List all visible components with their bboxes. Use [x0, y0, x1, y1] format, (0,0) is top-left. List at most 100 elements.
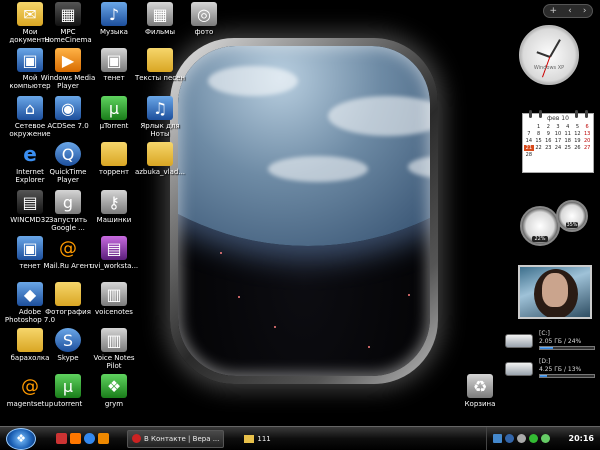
- drive-d-name: [D:]: [539, 358, 551, 365]
- quick-launch-wmp-icon[interactable]: [70, 433, 81, 444]
- calendar-day[interactable]: 8: [534, 131, 544, 137]
- calendar-day[interactable]: 20: [582, 138, 592, 144]
- calendar-day[interactable]: 9: [543, 131, 553, 137]
- cars-icon: ⚷: [101, 190, 127, 214]
- system-tray: 20:16: [485, 426, 600, 450]
- hard-drive-icon: [505, 334, 533, 348]
- wmp-icon: ▶: [55, 48, 81, 72]
- drive-d-info: 4.25 ГБ / 13%: [539, 366, 582, 373]
- tray-arrow-icon[interactable]: [504, 434, 514, 443]
- desktop-icon-azbuka[interactable]: azbuka_vlad...: [132, 142, 188, 176]
- drive-c[interactable]: [C:] 2.05 ГБ / 24%: [505, 330, 595, 354]
- calendar-day[interactable]: 24: [553, 145, 563, 151]
- calendar-day[interactable]: 14: [524, 138, 534, 144]
- quick-launch-opera-icon[interactable]: [56, 433, 67, 444]
- calendar-day[interactable]: 10: [553, 131, 563, 137]
- taskbar-item-vkontakte[interactable]: В Контакте | Вера ...: [127, 429, 225, 448]
- desktop-icon-voicenotes-pilot[interactable]: ▥ Voice Notes Pilot: [86, 328, 142, 370]
- calendar-day[interactable]: 22: [534, 145, 544, 151]
- music-folder-icon: ♪: [101, 2, 127, 26]
- desktop-icon-grym[interactable]: ❖ grym: [86, 374, 142, 408]
- desktop-icon-notes-shortcut[interactable]: ♫ Ярлык для Ноты: [132, 96, 188, 138]
- memory-value: 35%: [566, 222, 578, 228]
- google-icon: g: [55, 190, 81, 214]
- add-gadget-button[interactable]: +: [550, 6, 558, 16]
- grym-icon: ❖: [101, 374, 127, 398]
- clock-brand: Windows XP: [533, 65, 565, 71]
- calendar-day[interactable]: 15: [534, 138, 544, 144]
- desktop-icon-foto[interactable]: ◎ фото: [176, 2, 232, 36]
- calendar-day[interactable]: 7: [524, 131, 534, 137]
- calendar-day[interactable]: 5: [573, 124, 583, 130]
- utorrent-icon: µ: [101, 96, 127, 120]
- calendar-day[interactable]: 21: [524, 145, 534, 151]
- desktop-icon-voicenotes[interactable]: ▥ voicenotes: [86, 282, 142, 316]
- folder-icon: [147, 48, 173, 72]
- folder-icon: [147, 142, 173, 166]
- calendar-day[interactable]: [524, 124, 534, 130]
- quick-launch-ie-icon[interactable]: [84, 433, 95, 444]
- drive-d-bar: [539, 374, 595, 378]
- calendar-day[interactable]: 6: [582, 124, 592, 130]
- prev-button[interactable]: ‹: [568, 6, 572, 16]
- drive-c-bar: [539, 346, 595, 350]
- cpu-value: 22%: [532, 236, 548, 242]
- calendar-day[interactable]: 12: [573, 131, 583, 137]
- archive-icon: ▤: [101, 236, 127, 260]
- taskbar-item-label: 111: [257, 434, 271, 443]
- desktop-icon-recycle-bin[interactable]: ♻ Корзина: [452, 374, 508, 408]
- acdsee-icon: ◉: [55, 96, 81, 120]
- start-button[interactable]: ❖: [6, 427, 36, 450]
- voicenotes-pilot-icon: ▥: [101, 328, 127, 352]
- calendar-day[interactable]: 3: [553, 124, 563, 130]
- desktop-icon-uvi[interactable]: ▤ uvi_worksta...: [86, 236, 142, 270]
- tray-volume-icon[interactable]: [516, 434, 526, 443]
- calendar-day[interactable]: 17: [553, 138, 563, 144]
- desktop[interactable]: ✉ Мои документы ▣ Мой компьютер ⌂ Сетевое о…: [0, 0, 600, 426]
- tray-skype-icon[interactable]: [540, 434, 550, 443]
- calendar-day[interactable]: 4: [563, 124, 573, 130]
- calendar-day[interactable]: 19: [573, 138, 583, 144]
- mpc-icon: ▦: [55, 2, 81, 26]
- calendar-days: 1 2 3 4 5 6 7 8 9 10 11 12 13 14 15 16 17 18 19 20 21 22 23 24 2…: [523, 124, 593, 158]
- quick-launch-desktop-icon[interactable]: [98, 433, 109, 444]
- desktop-icon-texts[interactable]: Тексты песен: [132, 48, 188, 82]
- hard-drive-icon: [505, 362, 533, 376]
- drive-d-fill: [540, 375, 548, 377]
- calendar-day[interactable]: 25: [563, 145, 573, 151]
- tray-utorrent-icon[interactable]: [528, 434, 538, 443]
- calendar-gadget[interactable]: фев 10 1 2 3 4 5 6 7 8 9 10 11 12 13 14 15 16 17 18 19 20 21…: [522, 110, 594, 173]
- next-button[interactable]: ›: [583, 6, 587, 16]
- calendar-day[interactable]: 11: [563, 131, 573, 137]
- folder-icon: [101, 142, 127, 166]
- taskbar-clock[interactable]: 20:16: [569, 434, 594, 443]
- tray-network-icon[interactable]: [492, 434, 502, 443]
- calendar-day[interactable]: 27: [582, 145, 592, 151]
- calendar-day[interactable]: 18: [563, 138, 573, 144]
- calendar-day[interactable]: 23: [543, 145, 553, 151]
- calendar-day[interactable]: 13: [582, 131, 592, 137]
- wallpaper-glass: [178, 46, 430, 376]
- folder-icon: [244, 434, 255, 443]
- cpu-gauge: 22%: [520, 206, 560, 246]
- calendar-day[interactable]: 1: [534, 124, 544, 130]
- calendar-day[interactable]: 28: [524, 152, 534, 158]
- taskbar-item-folder-111[interactable]: 111: [240, 430, 274, 448]
- quick-launch: [56, 433, 109, 444]
- mailru-icon: @: [59, 237, 77, 259]
- wallpaper-porthole: [170, 38, 438, 384]
- sidebar-controls: + ‹ ›: [543, 4, 593, 18]
- calendar-day[interactable]: 2: [543, 124, 553, 130]
- calendar-day[interactable]: 26: [573, 145, 583, 151]
- slideshow-gadget[interactable]: [518, 265, 592, 319]
- drive-c-fill: [540, 347, 553, 349]
- drive-d[interactable]: [D:] 4.25 ГБ / 13%: [505, 358, 595, 382]
- browser-icon: [132, 434, 141, 443]
- calendar-month: фев 10: [547, 115, 569, 122]
- drive-c-name: [C:]: [539, 330, 550, 337]
- clock-gadget[interactable]: Windows XP: [519, 25, 579, 85]
- desktop-icon-mashinki[interactable]: ⚷ Машинки: [86, 190, 142, 224]
- cpu-meter-gadget[interactable]: 22% 35%: [520, 200, 590, 250]
- recycle-bin-icon: ♻: [467, 374, 493, 398]
- calendar-day[interactable]: 16: [543, 138, 553, 144]
